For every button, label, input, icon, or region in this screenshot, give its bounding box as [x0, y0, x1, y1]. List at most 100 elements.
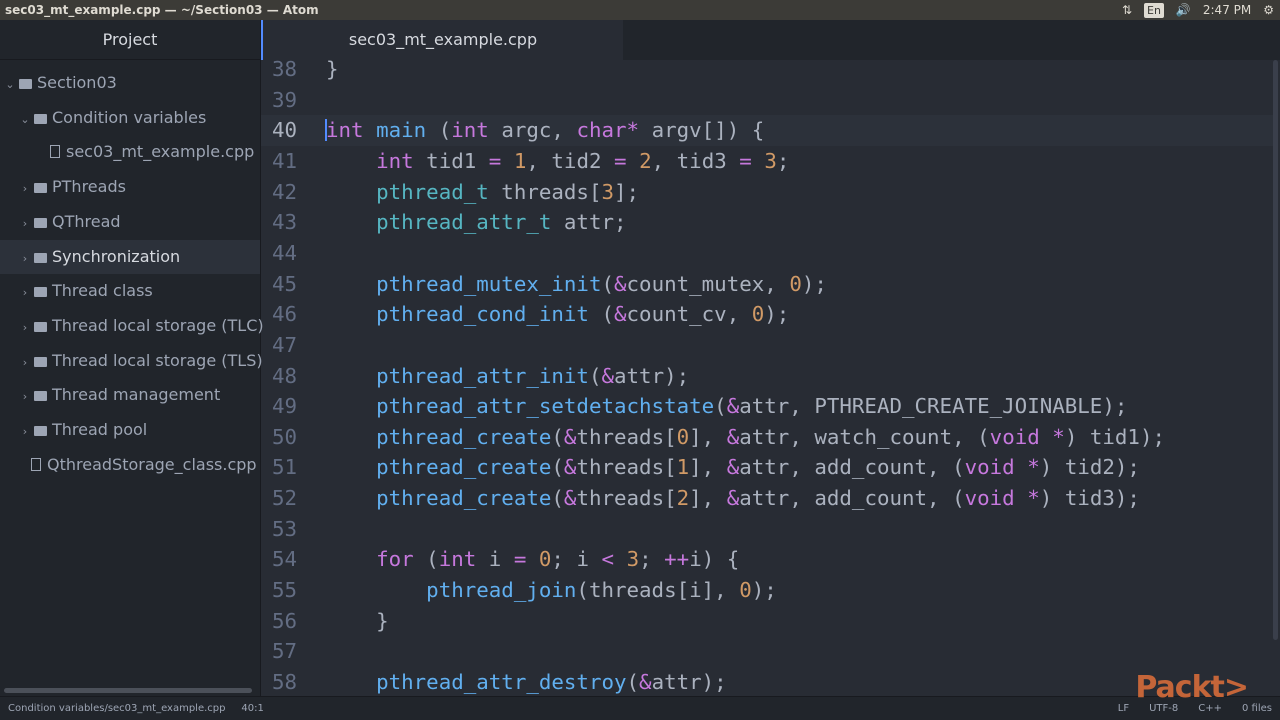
code-token: ) tid1);: [1064, 424, 1165, 449]
tree-item[interactable]: ⌄ Condition variables: [0, 101, 260, 135]
code-token: attr, watch_count, (: [739, 424, 990, 449]
code-token: (: [588, 302, 614, 327]
project-panel-title[interactable]: Project: [0, 20, 260, 60]
folder-icon: [34, 391, 47, 402]
line-number: 43: [271, 210, 297, 235]
code-token: pthread_create: [376, 455, 552, 480]
line-number: 47: [271, 332, 297, 357]
chevron-down-icon: ⌄: [5, 78, 15, 91]
tree-item[interactable]: ⌄ Section03: [0, 66, 260, 100]
code-token: int: [451, 118, 489, 143]
code-line: 58 pthread_attr_destroy(&attr);: [261, 667, 1273, 696]
code-token: (: [551, 486, 564, 511]
code-token: attr);: [614, 363, 690, 388]
code-token: &: [614, 271, 627, 296]
chevron-right-icon: ›: [22, 390, 28, 404]
tree-item[interactable]: › QThread: [0, 205, 260, 239]
code-token: ],: [689, 486, 727, 511]
file-icon: [31, 457, 41, 471]
clock[interactable]: 2:47 PM: [1203, 0, 1251, 20]
code-token: }: [326, 608, 389, 633]
line-number: 51: [271, 455, 297, 480]
code-token: *: [1027, 486, 1040, 511]
text-cursor: [325, 119, 327, 142]
code-token: attr, add_count, (: [739, 486, 965, 511]
code-token: 0: [676, 424, 690, 449]
sidebar-scrollbar[interactable]: [4, 688, 252, 693]
code-token: 0: [538, 547, 552, 572]
code-token: , tid3: [651, 148, 740, 173]
code-token: 1: [513, 148, 527, 173]
keyboard-language[interactable]: En: [1144, 2, 1164, 18]
code-token: threads[: [576, 486, 677, 511]
code-text: pthread_t threads[3];: [326, 177, 639, 208]
status-cursor-position[interactable]: 40:1: [241, 703, 263, 714]
file-icon: [50, 145, 60, 159]
code-text: int main (int argc, char* argv[]) {: [326, 115, 764, 146]
settings-icon[interactable]: ⚙: [1263, 0, 1274, 20]
editor-scrollbar[interactable]: [1273, 60, 1278, 640]
code-token: pthread_create: [376, 424, 552, 449]
tree-item-label: Thread class: [52, 281, 153, 301]
code-text: pthread_mutex_init(&count_mutex, 0);: [326, 269, 827, 300]
status-file-path[interactable]: Condition variables/sec03_mt_example.cpp: [8, 703, 225, 714]
code-token: ; i: [551, 547, 602, 572]
tree-item[interactable]: › Thread local storage (TLC): [0, 309, 264, 343]
tree-item-label: Thread local storage (TLS): [52, 350, 263, 370]
code-line: 49 pthread_attr_setdetachstate(&attr, PT…: [261, 391, 1273, 422]
tree-item-label: Thread pool: [52, 420, 148, 439]
tree-item[interactable]: sec03_mt_example.cpp: [0, 135, 260, 169]
code-token: threads[: [488, 179, 602, 204]
code-text: }: [326, 606, 389, 637]
code-token: &: [726, 424, 740, 449]
tree-item[interactable]: › Thread local storage (TLS): [0, 344, 263, 378]
code-token: ) tid3);: [1039, 486, 1140, 511]
tree-item[interactable]: › Synchronization: [0, 239, 260, 274]
code-token: &: [726, 486, 740, 511]
code-line: 44: [261, 238, 1273, 269]
project-sidebar: Project ⌄ Section03 ⌄ Condition variables se…: [0, 20, 264, 696]
code-line: 54 for (int i = 0; i < 3; ++i) {: [261, 544, 1273, 575]
code-token: count_cv,: [626, 302, 752, 327]
line-number: 54: [271, 547, 297, 572]
code-token: int: [326, 118, 364, 143]
tree-item[interactable]: › Thread pool: [0, 413, 260, 447]
code-token: count_mutex,: [626, 271, 790, 296]
tree-item[interactable]: › Thread class: [0, 274, 260, 308]
network-icon[interactable]: ⇅: [1122, 0, 1132, 20]
code-token: main: [376, 118, 427, 143]
code-token: pthread_cond_init: [376, 302, 589, 327]
code-token: );: [801, 271, 827, 296]
code-token: &: [563, 486, 577, 511]
code-token: &: [726, 455, 740, 480]
code-editor[interactable]: 38} 39 40 int main (int argc, char* argv[])…: [261, 54, 1280, 696]
tree-item[interactable]: › Thread management: [0, 378, 260, 412]
code-text: pthread_attr_setdetachstate(&attr, PTHRE…: [326, 391, 1127, 422]
code-token: (threads[i],: [576, 578, 740, 603]
code-token: ];: [614, 179, 640, 204]
code-line: 48 pthread_attr_init(&attr);: [261, 361, 1273, 392]
code-token: ],: [689, 424, 727, 449]
code-token: ++: [664, 547, 690, 572]
tree-item[interactable]: QthreadStorage_class.cpp: [0, 448, 260, 482]
tree-item[interactable]: › PThreads: [0, 170, 260, 204]
tree-item-label: sec03_mt_example.cpp: [66, 142, 255, 162]
status-line-ending[interactable]: LF: [1118, 697, 1129, 720]
line-number: 48: [271, 363, 297, 388]
volume-icon[interactable]: 🔊: [1176, 0, 1191, 20]
code-token: argv[]) {: [639, 118, 765, 143]
code-token: pthread_t: [376, 179, 489, 204]
code-token: , tid2: [526, 148, 615, 173]
code-line: 56 }: [261, 606, 1273, 637]
code-token: i: [476, 547, 514, 572]
